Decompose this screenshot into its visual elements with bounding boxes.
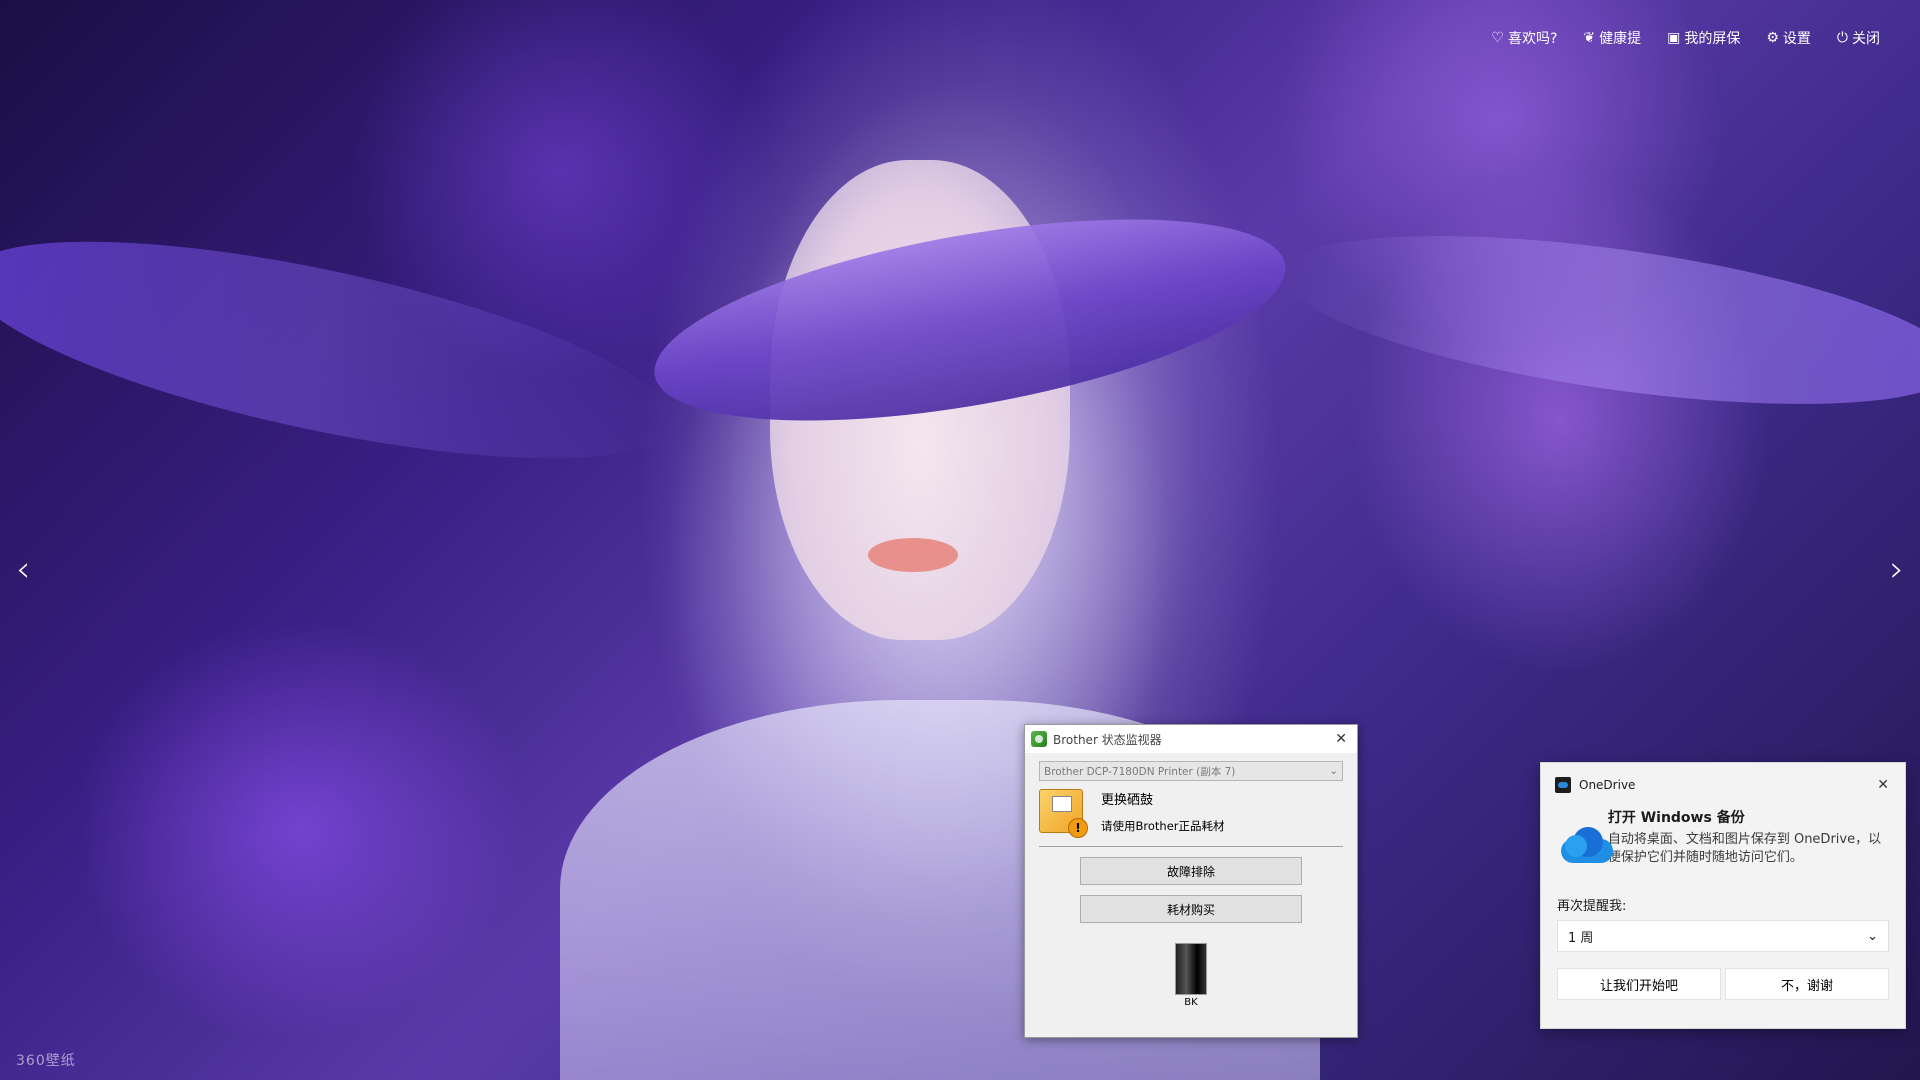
decline-button[interactable]: 不，谢谢 <box>1725 968 1889 1000</box>
notification-header: OneDrive ✕ <box>1541 763 1905 793</box>
leaf-icon: ❦ <box>1583 30 1596 46</box>
next-wallpaper-arrow-icon[interactable]: › <box>1890 552 1904 588</box>
health-reminder-button[interactable]: ❦ 健康提 <box>1583 28 1641 48</box>
image-icon: ▣ <box>1667 30 1681 46</box>
toner-level: BK <box>1025 943 1357 1008</box>
desktop-wallpaper: ♡ 喜欢吗? ❦ 健康提 ▣ 我的屏保 ⚙ 设置 ⏻ 关闭 ‹ › 360壁纸 … <box>0 0 1920 1080</box>
printer-warning-icon: ! <box>1039 789 1088 838</box>
troubleshoot-button[interactable]: 故障排除 <box>1080 857 1302 885</box>
chevron-down-icon: ⌄ <box>1329 765 1338 777</box>
buy-supplies-button[interactable]: 耗材购买 <box>1080 895 1302 923</box>
onedrive-app-icon <box>1555 777 1571 793</box>
close-screensaver-label: 关闭 <box>1852 31 1880 47</box>
wallpaper-ribbon-right <box>1273 203 1920 437</box>
close-screensaver-button[interactable]: ⏻ 关闭 <box>1837 28 1880 48</box>
wallpaper-watermark: 360壁纸 <box>16 1053 76 1069</box>
screensaver-toolbar: ♡ 喜欢吗? ❦ 健康提 ▣ 我的屏保 ⚙ 设置 ⏻ 关闭 <box>1491 28 1880 48</box>
settings-button[interactable]: ⚙ 设置 <box>1766 28 1811 48</box>
remind-label: 再次提醒我: <box>1557 899 1627 914</box>
my-screensaver-button[interactable]: ▣ 我的屏保 <box>1667 28 1740 48</box>
heart-icon: ♡ <box>1491 30 1504 46</box>
notification-app-name: OneDrive <box>1579 778 1636 792</box>
start-backup-button[interactable]: 让我们开始吧 <box>1557 968 1721 1000</box>
brother-close-icon[interactable]: ✕ <box>1331 731 1351 747</box>
status-sub-text: 请使用Brother正品耗材 <box>1101 819 1225 833</box>
printer-select-value: Brother DCP-7180DN Printer (副本 7) <box>1044 765 1236 778</box>
power-icon: ⏻ <box>1836 30 1848 46</box>
wallpaper-ribbon-left <box>0 196 689 504</box>
settings-label: 设置 <box>1782 31 1811 47</box>
brother-app-icon <box>1031 731 1047 747</box>
notification-description: 自动将桌面、文档和图片保存到 OneDrive，以便保护它们并随时随地访问它们。 <box>1607 832 1882 865</box>
divider <box>1039 846 1343 847</box>
my-screensaver-label: 我的屏保 <box>1684 31 1741 47</box>
like-button[interactable]: ♡ 喜欢吗? <box>1491 28 1557 48</box>
brother-status-monitor-window: Brother 状态监视器 ✕ Brother DCP-7180DN Print… <box>1024 724 1358 1038</box>
brother-titlebar: Brother 状态监视器 ✕ <box>1025 725 1357 753</box>
notification-title: 打开 Windows 备份 <box>1607 810 1745 826</box>
printer-status: ! 更换硒鼓 请使用Brother正品耗材 <box>1039 789 1343 838</box>
like-label: 喜欢吗? <box>1507 31 1558 47</box>
health-reminder-label: 健康提 <box>1599 31 1642 47</box>
onedrive-cloud-icon <box>1557 817 1613 875</box>
prev-wallpaper-arrow-icon[interactable]: ‹ <box>16 552 30 588</box>
remind-interval-dropdown[interactable]: 1 周 ⌄ <box>1557 920 1889 952</box>
toner-label: BK <box>1184 997 1198 1008</box>
toner-cartridge-icon <box>1175 943 1207 995</box>
onedrive-notification: OneDrive ✕ 打开 Windows 备份 自动将桌面、文档和图片保存到 … <box>1540 762 1906 1029</box>
brother-window-title: Brother 状态监视器 <box>1053 732 1162 747</box>
notification-close-icon[interactable]: ✕ <box>1877 777 1889 793</box>
notification-actions: 让我们开始吧 不，谢谢 <box>1557 968 1889 1000</box>
remind-interval-value: 1 周 <box>1568 930 1594 946</box>
chevron-down-icon: ⌄ <box>1867 928 1878 944</box>
printer-select[interactable]: Brother DCP-7180DN Printer (副本 7) ⌄ <box>1039 761 1343 781</box>
status-main-text: 更换硒鼓 <box>1101 793 1154 808</box>
notification-body: 打开 Windows 备份 自动将桌面、文档和图片保存到 OneDrive，以便… <box>1541 793 1905 875</box>
gear-icon: ⚙ <box>1766 30 1779 46</box>
wallpaper-figure-lips <box>868 538 958 572</box>
